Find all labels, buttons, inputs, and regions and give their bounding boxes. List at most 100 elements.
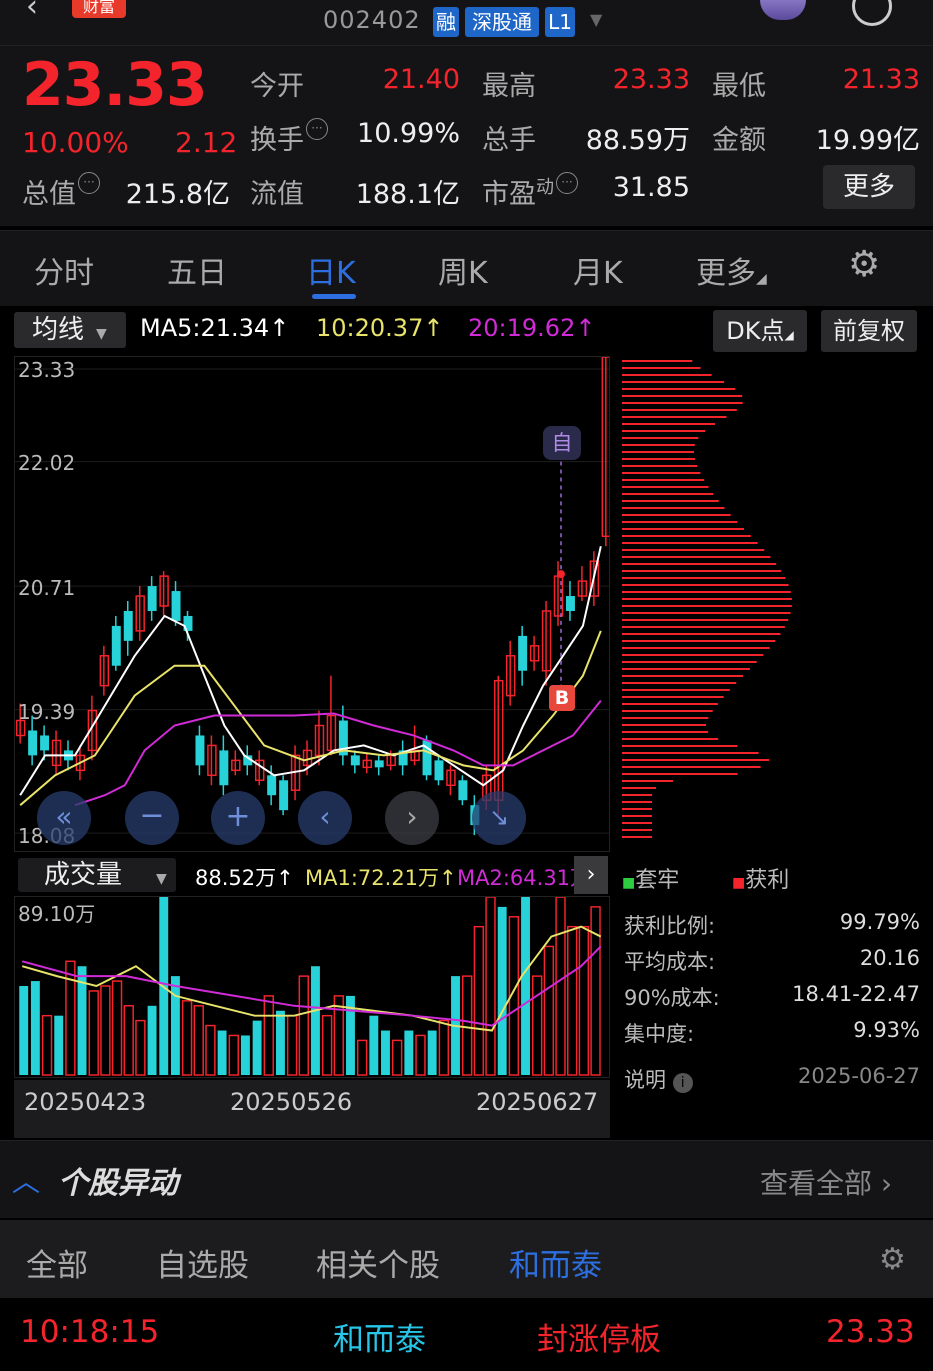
info-icon[interactable]: ··· bbox=[78, 172, 100, 194]
dk-points-button[interactable]: DK点◢ bbox=[713, 310, 807, 352]
float-value: 188.1亿 bbox=[355, 179, 460, 210]
stock-code[interactable]: 002402 bbox=[323, 6, 421, 34]
chip-bar bbox=[622, 437, 699, 439]
candle bbox=[577, 566, 588, 602]
rewind-icon[interactable]: « bbox=[37, 791, 91, 845]
y-tick-label: 19.39 bbox=[18, 700, 76, 724]
movement-stock-name[interactable]: 和而泰 bbox=[333, 1314, 426, 1359]
candle-body bbox=[219, 750, 229, 786]
concentration-label: 集中度: bbox=[624, 1022, 695, 1046]
chip-bar bbox=[622, 486, 709, 488]
pan-left-icon[interactable]: ‹ bbox=[298, 791, 352, 845]
volume-bar bbox=[135, 1019, 146, 1076]
chevron-up-icon[interactable]: ︿ bbox=[12, 1160, 40, 1200]
volume-y-top: 89.10万 bbox=[18, 902, 96, 926]
date-label: 20250627 bbox=[476, 1088, 599, 1116]
more-button[interactable]: 更多 bbox=[823, 165, 915, 209]
tab-intraday[interactable]: 分时 bbox=[34, 248, 94, 292]
info-icon[interactable]: i bbox=[672, 1073, 693, 1093]
volume-bar bbox=[181, 1000, 193, 1076]
chevron-right-icon[interactable]: › bbox=[574, 856, 608, 894]
tab-five-day[interactable]: 五日 bbox=[167, 248, 227, 292]
chip-bar bbox=[622, 633, 781, 635]
tab-monthly-k[interactable]: 月K bbox=[573, 248, 623, 292]
chip-bar bbox=[622, 829, 652, 831]
adjust-button[interactable]: 前复权 bbox=[821, 310, 917, 352]
tab-daily-k[interactable]: 日K bbox=[306, 248, 356, 292]
self-select-marker[interactable]: 自 bbox=[543, 426, 581, 460]
candle bbox=[529, 635, 540, 671]
chip-bar bbox=[622, 808, 652, 810]
chip-bar bbox=[622, 395, 743, 397]
candle-body bbox=[195, 735, 205, 766]
movement-event: 封涨停板 bbox=[537, 1322, 661, 1358]
chip-bar bbox=[622, 528, 744, 530]
volume-bar bbox=[298, 975, 309, 1076]
low-label: 最低 bbox=[712, 71, 766, 102]
volume-bar bbox=[54, 1015, 64, 1076]
candle-body bbox=[267, 775, 277, 796]
buy-marker[interactable]: B bbox=[549, 685, 575, 711]
note-link[interactable]: 说明 i bbox=[624, 1064, 693, 1094]
candle bbox=[147, 576, 157, 621]
brand-badge: 财富 bbox=[72, 0, 126, 18]
volume-bar bbox=[461, 975, 473, 1076]
candle bbox=[362, 753, 373, 774]
turnover-label[interactable]: 换手 ··· bbox=[250, 118, 328, 157]
chip-bar bbox=[622, 626, 785, 628]
amount-value: 19.99亿 bbox=[815, 125, 920, 156]
tab-weekly-k[interactable]: 周K bbox=[438, 248, 488, 292]
movement-tab-all[interactable]: 全部 bbox=[26, 1240, 88, 1285]
chevron-down-icon[interactable]: ▼ bbox=[590, 10, 602, 29]
chip-bar bbox=[622, 759, 770, 761]
kline-chart[interactable] bbox=[14, 356, 610, 852]
chip-bar bbox=[622, 472, 701, 474]
volume-chart[interactable] bbox=[14, 896, 610, 1078]
change-percent: 10.00% bbox=[22, 126, 129, 159]
volume-bar bbox=[404, 1030, 414, 1076]
chip-bar bbox=[622, 458, 696, 460]
movement-tab-watchlist[interactable]: 自选股 bbox=[156, 1240, 249, 1285]
movement-tab-stock[interactable]: 和而泰 bbox=[509, 1240, 602, 1285]
mktcap-label[interactable]: 总值 ··· bbox=[22, 172, 100, 211]
chip-bar bbox=[622, 668, 750, 670]
candle-body bbox=[374, 760, 384, 768]
candle bbox=[410, 725, 420, 766]
chip-bar bbox=[622, 612, 791, 614]
gear-icon[interactable]: ⚙ bbox=[848, 244, 880, 285]
chip-bar bbox=[622, 500, 719, 502]
chip-bar bbox=[622, 731, 709, 733]
info-icon[interactable]: ··· bbox=[556, 172, 578, 194]
volume-bar bbox=[123, 1005, 134, 1076]
volume-bar bbox=[205, 1024, 216, 1076]
volume-bar bbox=[381, 1030, 390, 1076]
reset-icon[interactable]: ↘ bbox=[472, 791, 526, 845]
self-select-dot bbox=[557, 570, 565, 579]
amount-label: 金额 bbox=[712, 125, 766, 156]
gear-icon[interactable]: ⚙ bbox=[879, 1242, 906, 1277]
zoom-out-icon[interactable]: − bbox=[125, 791, 179, 845]
volume-value: 88.52万↑ bbox=[195, 866, 294, 890]
zoom-in-icon[interactable]: + bbox=[211, 791, 265, 845]
chip-bar bbox=[622, 787, 657, 789]
pan-right-icon[interactable]: › bbox=[385, 791, 439, 845]
profit-ratio-label: 获利比例: bbox=[624, 914, 716, 938]
volume-indicator-select[interactable]: 成交量 ▼ bbox=[18, 858, 176, 892]
chip-bar bbox=[622, 430, 706, 432]
candle bbox=[565, 581, 575, 621]
candle bbox=[434, 755, 444, 786]
volume-bar bbox=[41, 1014, 53, 1076]
view-all-link[interactable]: 查看全部 › bbox=[760, 1162, 892, 1202]
indicator-select[interactable]: 均线 ▼ bbox=[14, 312, 126, 348]
y-tick-label: 23.33 bbox=[18, 358, 76, 382]
kline-markers bbox=[557, 461, 565, 686]
volume-bar bbox=[88, 990, 99, 1076]
movement-tab-related[interactable]: 相关个股 bbox=[316, 1240, 440, 1285]
chip-bar bbox=[622, 794, 652, 796]
info-icon[interactable]: ··· bbox=[306, 118, 328, 140]
chip-bar bbox=[622, 451, 695, 453]
tab-more[interactable]: 更多◢ bbox=[696, 248, 767, 292]
candle-body bbox=[434, 760, 444, 781]
pe-label[interactable]: 市盈动 ··· bbox=[482, 172, 578, 211]
chevron-left-icon[interactable]: ‹ bbox=[26, 0, 60, 26]
